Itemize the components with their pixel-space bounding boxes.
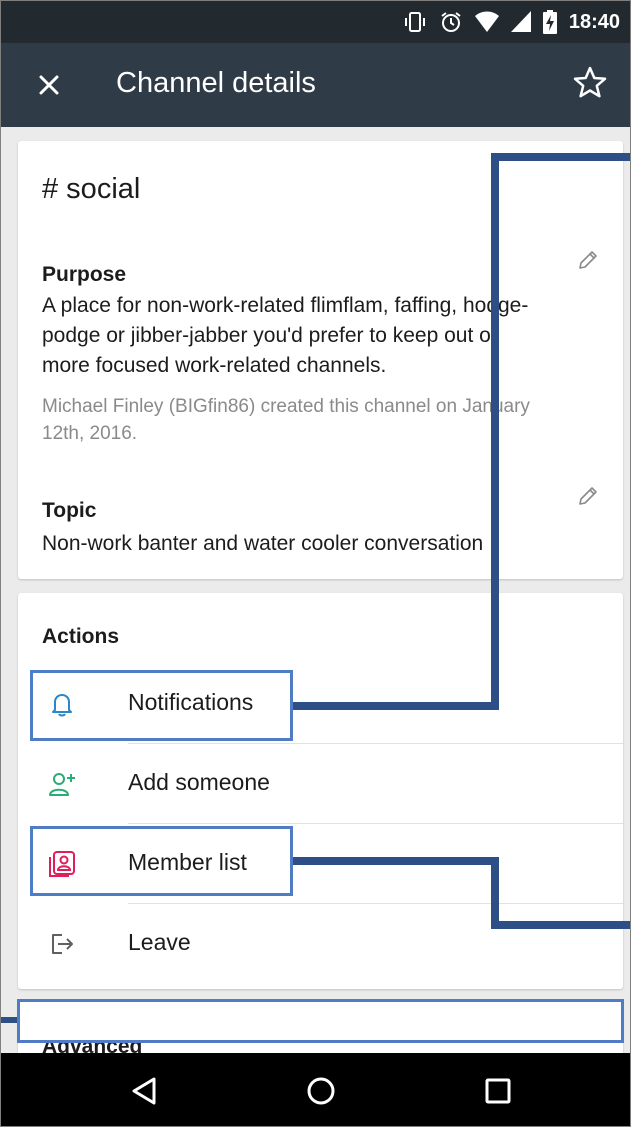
- purpose-text: A place for non-work-related flimflam, f…: [42, 291, 602, 381]
- edit-purpose-icon[interactable]: [577, 249, 599, 271]
- home-icon[interactable]: [301, 1071, 341, 1111]
- actions-label: Actions: [42, 625, 120, 648]
- annotation-connector: [293, 857, 499, 865]
- status-time: 18:40: [568, 10, 620, 33]
- recents-icon[interactable]: [478, 1071, 518, 1111]
- action-label: Leave: [128, 929, 191, 955]
- purpose-text-line: more focused work-related channels.: [42, 354, 387, 377]
- purpose-text-line: A place for non-work-related flimflam, f…: [42, 294, 529, 317]
- annotation-connector: [1, 1017, 17, 1023]
- signal-icon: [510, 11, 531, 32]
- alarm-icon: [441, 12, 461, 32]
- annotation-connector: [491, 153, 499, 710]
- annotation-box-notifications: [30, 670, 293, 741]
- back-icon[interactable]: [125, 1071, 165, 1111]
- channel-created-meta: Michael Finley (BIGfin86) created this c…: [42, 393, 602, 447]
- system-nav-bar: [1, 1053, 630, 1126]
- add-person-icon: [49, 773, 75, 796]
- page-title: Channel details: [116, 67, 316, 99]
- status-bar: 18:40: [1, 1, 630, 43]
- star-outline-icon[interactable]: [570, 63, 610, 103]
- annotation-connector: [293, 702, 499, 710]
- annotation-box-advanced: [17, 999, 624, 1043]
- purpose-text-line: podge or jibber-jabber you'd prefer to k…: [42, 324, 497, 347]
- app-bar: Channel details: [1, 43, 630, 127]
- vibrate-icon: [404, 12, 425, 32]
- channel-name: # social: [42, 173, 141, 205]
- close-icon[interactable]: [29, 65, 69, 105]
- channel-info-card: # social Purpose A place for non-work-re…: [18, 141, 623, 579]
- battery-charging-icon: [542, 10, 557, 34]
- wifi-icon: [474, 11, 499, 32]
- annotation-connector: [491, 153, 630, 161]
- action-add-someone[interactable]: Add someone: [18, 743, 623, 823]
- channel-details-content[interactable]: # social Purpose A place for non-work-re…: [1, 127, 630, 1053]
- topic-text: Non-work banter and water cooler convers…: [42, 532, 484, 555]
- meta-line: 12th, 2016.: [42, 423, 138, 444]
- meta-line: Michael Finley (BIGfin86) created this c…: [42, 396, 530, 417]
- screen: 18:40 Channel details # social Purpose A…: [0, 0, 631, 1127]
- topic-label: Topic: [42, 499, 97, 522]
- annotation-connector: [491, 857, 499, 929]
- purpose-label: Purpose: [42, 263, 127, 286]
- annotation-box-member-list: [30, 826, 293, 896]
- status-icons: 18:40: [403, 1, 620, 43]
- edit-topic-icon[interactable]: [577, 485, 599, 507]
- leave-icon: [52, 934, 73, 954]
- annotation-connector: [491, 921, 630, 929]
- actions-card: Actions Notifications Add someone Member…: [18, 593, 623, 989]
- action-label: Add someone: [128, 769, 270, 795]
- action-leave[interactable]: Leave: [18, 903, 623, 983]
